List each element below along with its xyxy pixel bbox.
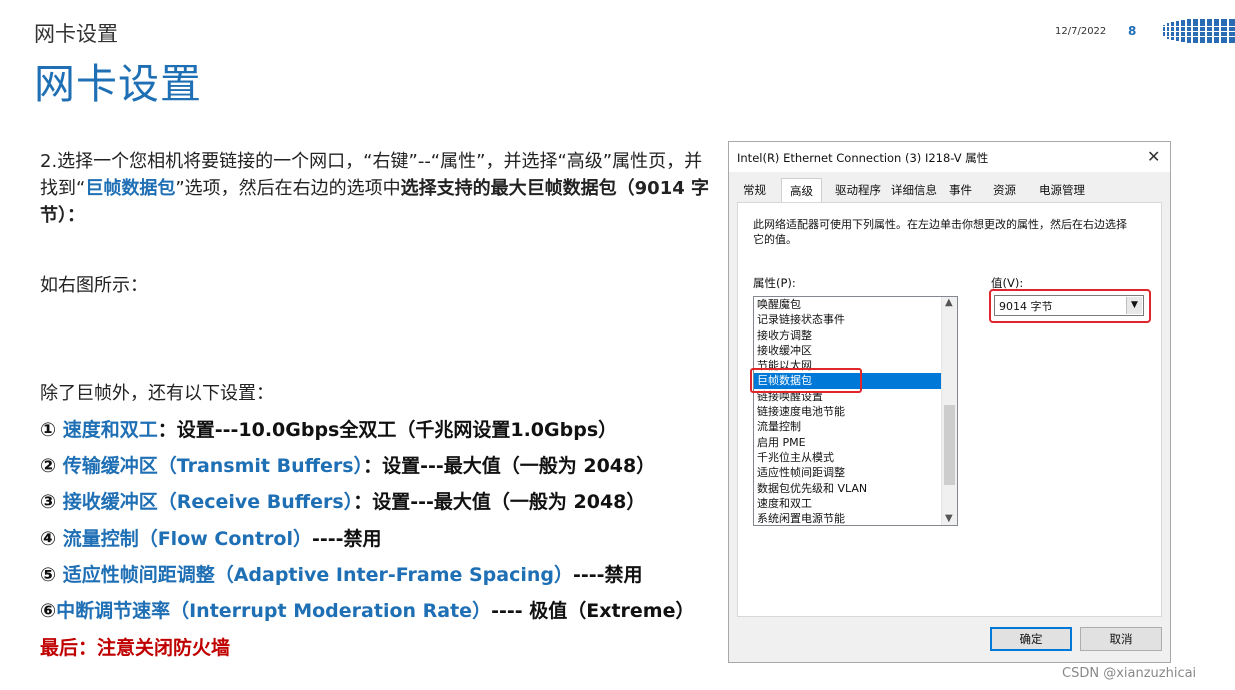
list-item: ⑤ 适应性帧间距调整（Adaptive Inter-Frame Spacing）… — [40, 563, 643, 586]
company-logo-icon — [1163, 19, 1235, 43]
list-item: ④ 流量控制（Flow Control）----禁用 — [40, 527, 382, 550]
list-item[interactable]: 流量控制 — [754, 419, 957, 434]
list-item[interactable]: 系统闲置电源节能 — [754, 511, 957, 525]
scrollbar-thumb[interactable] — [944, 405, 955, 485]
list-item[interactable]: 唤醒魔包 — [754, 297, 957, 312]
list-item[interactable]: 千兆位主从模式 — [754, 450, 957, 465]
tab-resources[interactable]: 资源 — [993, 182, 1016, 198]
advanced-panel: 此网络适配器可使用下列属性。在左边单击你想更改的属性，然后在右边选择它的值。 属… — [737, 202, 1162, 617]
listbox-scrollbar[interactable]: ▲ ▼ — [941, 297, 957, 525]
firewall-note: 最后：注意关闭防火墙 — [40, 637, 231, 659]
see-figure-text: 如右图所示： — [40, 275, 148, 296]
settings-list: ① 速度和双工：设置---10.0Gbps全双工（千兆网设置1.0Gbps） ②… — [40, 415, 695, 632]
dialog-titlebar[interactable]: Intel(R) Ethernet Connection (3) I218-V … — [729, 142, 1170, 172]
list-item[interactable]: 数据包优先级和 VLAN — [754, 481, 957, 496]
tab-advanced[interactable]: 高级 — [781, 178, 822, 202]
close-icon[interactable]: ✕ — [1147, 147, 1160, 166]
instruction-paragraph: 2.选择一个您相机将要链接的一个网口，“右键”--“属性”，并选择“高级”属性页… — [40, 148, 710, 229]
watermark: CSDN @xianzuzhicai — [1062, 666, 1197, 681]
list-item[interactable]: 适应性帧间距调整 — [754, 465, 957, 480]
list-item[interactable]: 接收方调整 — [754, 328, 957, 343]
property-listbox[interactable]: 唤醒魔包 记录链接状态事件 接收方调整 接收缓冲区 节能以太网 巨帧数据包 链接… — [753, 296, 958, 526]
instruction-text-2: ”选项，然后在右边的选项中 — [175, 178, 401, 199]
slide-title: 网卡设置 — [34, 60, 202, 108]
slide-subtitle: 网卡设置 — [34, 22, 118, 46]
list-item[interactable]: 链接速度电池节能 — [754, 404, 957, 419]
list-item[interactable]: 启用 PME — [754, 435, 957, 450]
properties-dialog: Intel(R) Ethernet Connection (3) I218-V … — [728, 141, 1171, 663]
selected-property-highlight — [750, 368, 862, 393]
cancel-button[interactable]: 取消 — [1080, 627, 1162, 651]
panel-description: 此网络适配器可使用下列属性。在左边单击你想更改的属性，然后在右边选择它的值。 — [753, 218, 1127, 246]
list-item[interactable]: 接收缓冲区 — [754, 343, 957, 358]
other-settings-intro: 除了巨帧外，还有以下设置： — [40, 383, 274, 404]
tab-power-management[interactable]: 电源管理 — [1039, 182, 1085, 198]
value-highlight — [989, 289, 1151, 323]
property-label: 属性(P): — [753, 276, 796, 290]
tab-details[interactable]: 详细信息 — [891, 182, 937, 198]
scroll-down-icon[interactable]: ▼ — [945, 513, 953, 524]
dialog-title: Intel(R) Ethernet Connection (3) I218-V … — [737, 151, 989, 165]
jumbo-frame-highlight: 巨帧数据包 — [85, 178, 176, 199]
slide-date: 12/7/2022 — [1055, 26, 1107, 37]
tab-general[interactable]: 常规 — [743, 182, 766, 198]
list-item[interactable]: 记录链接状态事件 — [754, 312, 957, 327]
tab-driver[interactable]: 驱动程序 — [835, 182, 881, 198]
scroll-up-icon[interactable]: ▲ — [945, 297, 953, 308]
list-item: ① 速度和双工：设置---10.0Gbps全双工（千兆网设置1.0Gbps） — [40, 419, 618, 441]
tab-events[interactable]: 事件 — [949, 182, 972, 198]
list-item: ③ 接收缓冲区（Receive Buffers）：设置---最大值（一般为 20… — [40, 491, 646, 514]
list-item[interactable]: 速度和双工 — [754, 496, 957, 511]
list-item: ② 传输缓冲区（Transmit Buffers）：设置---最大值（一般为 2… — [40, 455, 656, 478]
ok-button[interactable]: 确定 — [990, 627, 1072, 651]
list-item: ⑥中断调节速率（Interrupt Moderation Rate）---- 极… — [40, 599, 695, 622]
page-number: 8 — [1128, 24, 1137, 38]
